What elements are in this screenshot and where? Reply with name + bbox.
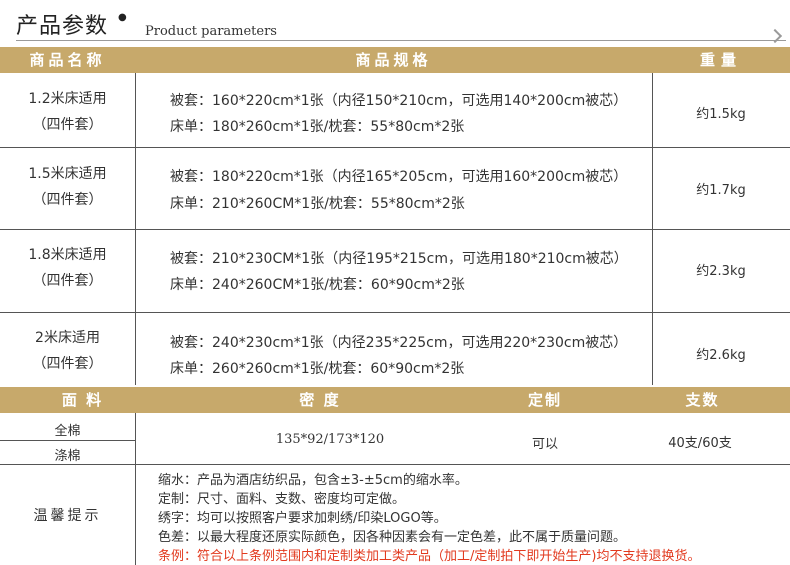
tip-line: 色差：以最大程度还原实际颜色，因各种因素会有一定色差，此不属于质量问题。 [158,530,627,545]
bed-size: 2米床适用 [35,330,100,346]
set-type: （四件套） [32,273,103,289]
set-type: （四件套） [32,356,103,372]
bed-size: 1.8米床适用 [28,247,107,263]
row-divider [0,440,135,441]
column-divider [135,413,136,565]
bed-size: 1.2米床适用 [28,91,107,107]
title-bullet-icon: ● [118,12,127,23]
duvet-spec: 被套：210*230CM*1张（内径195*215cm，可选用180*210cm… [170,251,628,267]
duvet-spec: 被套：160*220cm*1张（内径150*210cm，可选用140*200cm… [170,93,628,109]
custom-value: 可以 [531,437,558,452]
title-divider [16,40,786,41]
header-fabric: 面 料 [61,391,104,409]
bed-size: 1.5米床适用 [28,166,107,182]
density-value: 135*92/173*120 [275,432,385,447]
tip-line: 定制：尺寸、面料、支数、密度均可定做。 [158,492,406,507]
sheet-spec: 床单：260*260cm*1张/枕套：60*90cm*2张 [170,361,465,377]
set-type: （四件套） [32,117,103,133]
header-weight: 重量 [699,51,742,69]
fabric-table-header: 面 料 密 度 定制 支数 [0,387,790,413]
weight-value: 约2.3kg [696,264,746,279]
page-title: 产品参数 [16,14,109,39]
fabric-type: 涤棉 [54,449,81,464]
product-table-header: 商品名称 商品规格 重量 [0,47,790,73]
header-spec: 商品规格 [355,51,432,69]
product-parameters-page: 产品参数 ● Product parameters 商品名称 商品规格 重量 1… [0,0,790,565]
tips-label: 温馨提示 [33,508,102,524]
tip-line: 缩水：产品为酒店纺织品，包含±3-±5cm的缩水率。 [158,473,468,488]
header-density: 密 度 [299,391,341,409]
header-name: 商品名称 [29,51,106,69]
set-type: （四件套） [32,192,103,208]
count-value: 40支/60支 [668,436,732,451]
duvet-spec: 被套：240*230cm*1张（内径235*225cm，可选用220*230cm… [170,335,628,351]
sheet-spec: 床单：240*260CM*1张/枕套：60*90cm*2张 [170,277,465,293]
tip-line: 绣字：均可以按照客户要求加刺绣/印染LOGO等。 [158,511,447,526]
header-custom: 定制 [527,391,562,409]
row-divider [0,464,790,465]
duvet-spec: 被套：180*220cm*1张（内径165*205cm，可选用160*200cm… [170,169,628,185]
warning-line: 条例：符合以上条例范围内和定制类加工类产品（加工/定制拍下即开始生产)均不支持退… [158,549,701,564]
fabric-type: 全棉 [54,424,81,439]
weight-value: 约1.5kg [696,107,746,122]
sheet-spec: 床单：180*260cm*1张/枕套：55*80cm*2张 [170,119,465,135]
header-count: 支数 [685,391,720,409]
weight-value: 约1.7kg [696,183,746,198]
weight-value: 约2.6kg [696,348,746,363]
page-subtitle: Product parameters [145,24,277,39]
sheet-spec: 床单：210*260CM*1张/枕套：55*80cm*2张 [170,196,465,212]
